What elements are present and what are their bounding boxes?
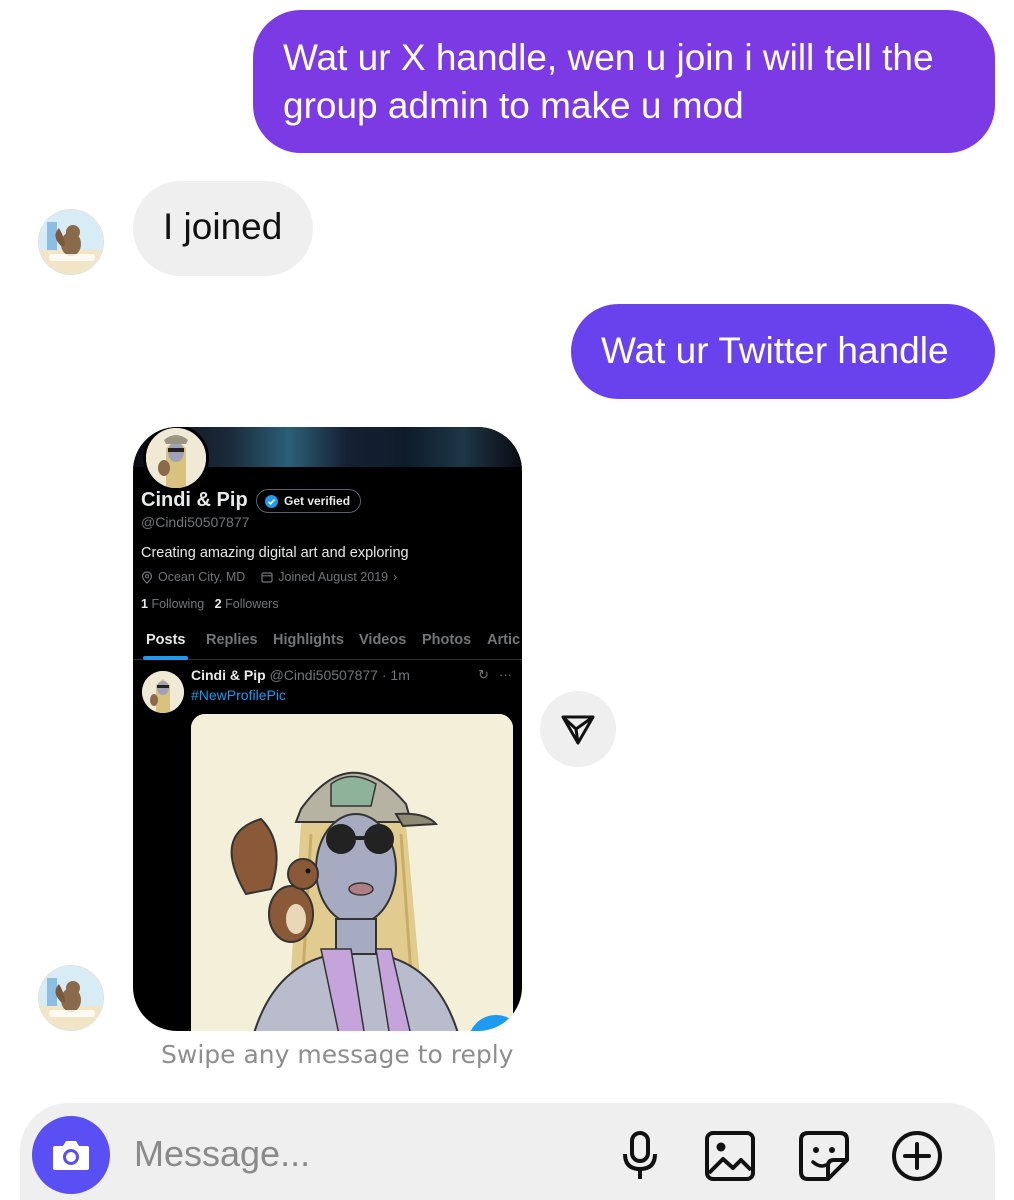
swipe-hint: Swipe any message to reply [161, 1040, 514, 1069]
sticker-icon [799, 1131, 849, 1181]
profile-handle: @Cindi50507877 [141, 514, 250, 530]
sent-message-bubble[interactable]: Wat ur X handle, wen u join i will tell … [253, 10, 995, 153]
profile-avatar [143, 427, 209, 491]
followers-count: 2 [214, 597, 222, 611]
profile-joined: Joined August 2019 [278, 570, 389, 584]
tab-posts: Posts [146, 632, 186, 648]
calendar-icon [261, 572, 273, 583]
image-icon [705, 1131, 755, 1181]
more-button[interactable] [889, 1128, 945, 1184]
verified-badge-icon [265, 494, 278, 508]
plus-circle-icon [892, 1131, 942, 1181]
followers-label: Followers [225, 597, 279, 611]
received-message-bubble[interactable]: I joined [133, 181, 313, 276]
post-meta: @Cindi50507877 · 1m [269, 667, 410, 683]
post-hashtag: #NewProfilePic [191, 687, 286, 703]
profile-meta: Ocean City, MD Joined August 2019 › [141, 570, 397, 584]
message-input[interactable] [132, 1127, 516, 1181]
contact-avatar[interactable] [38, 965, 104, 1031]
tab-replies: Replies [206, 632, 258, 648]
paper-plane-icon [561, 715, 595, 745]
get-verified-button[interactable]: Get verified [256, 489, 362, 513]
active-tab-indicator [143, 656, 188, 660]
refresh-icon: ↻ [478, 667, 489, 682]
tab-highlights: Highlights [273, 632, 344, 648]
profile-location: Ocean City, MD [158, 570, 246, 584]
message-composer [20, 1103, 995, 1200]
share-button[interactable] [540, 691, 616, 767]
profile-tabs: Posts Replies Highlights Videos Photos A… [133, 629, 522, 660]
post-author-avatar [142, 671, 184, 713]
more-dots-icon: ··· [499, 667, 512, 682]
sticker-button[interactable] [796, 1128, 852, 1184]
post-image [191, 714, 513, 1031]
profile-name: Cindi & Pip [141, 489, 248, 511]
camera-icon [53, 1141, 89, 1170]
chat-screen: Wat ur X handle, wen u join i will tell … [0, 0, 1014, 1200]
microphone-icon [623, 1131, 657, 1179]
location-pin-icon [141, 570, 153, 584]
chevron-right-icon: › [393, 570, 398, 584]
post-actions: ↻ ··· [478, 667, 512, 683]
microphone-button[interactable] [612, 1128, 668, 1184]
follow-counts: 1 Following 2 Followers [141, 597, 279, 611]
sent-message-bubble[interactable]: Wat ur Twitter handle [571, 304, 995, 399]
profile-bio: Creating amazing digital art and explori… [141, 545, 409, 561]
get-verified-label: Get verified [284, 494, 351, 508]
tab-videos: Videos [359, 632, 407, 648]
following-count: 1 [141, 597, 148, 611]
post-author-name: Cindi & Pip [191, 667, 266, 683]
gallery-button[interactable] [702, 1128, 758, 1184]
shared-image-x-profile[interactable]: Cindi & Pip Get verified @Cindi50507877 … [133, 427, 522, 1031]
post-header: Cindi & Pip @Cindi50507877 · 1m [191, 667, 410, 683]
tab-photos: Photos [422, 632, 472, 648]
following-label: Following [151, 597, 205, 611]
tab-articles: Artic [487, 632, 521, 648]
camera-button[interactable] [32, 1116, 110, 1194]
contact-avatar[interactable] [38, 209, 104, 275]
